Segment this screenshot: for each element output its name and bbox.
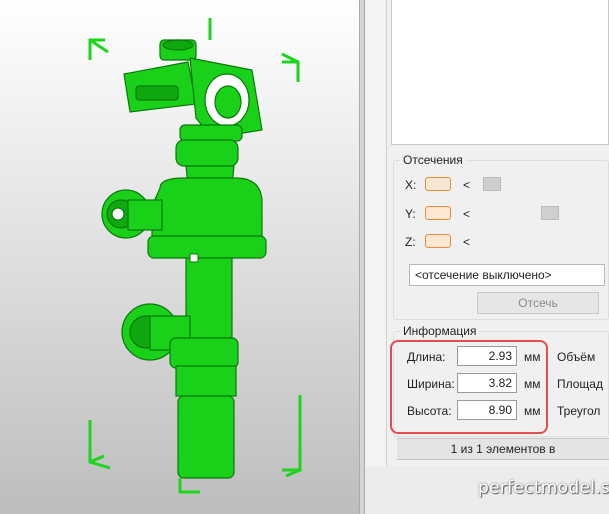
model-render xyxy=(88,18,302,494)
clip-button[interactable]: Отсечь xyxy=(477,292,599,314)
3d-viewport[interactable] xyxy=(0,0,359,514)
triangles-label: Треугол xyxy=(557,404,601,418)
axis-x-label: X: xyxy=(405,178,417,192)
info-title: Информация xyxy=(400,324,480,338)
axis-y-color[interactable] xyxy=(425,206,451,220)
axis-x-color[interactable] xyxy=(425,177,451,191)
watermark: perfectmodel.su xyxy=(478,478,609,498)
axis-x-thumb[interactable] xyxy=(483,177,501,191)
clip-mode-select[interactable]: <отсечение выключено> xyxy=(409,264,605,286)
preview-area xyxy=(391,0,609,145)
clipping-title: Отсечения xyxy=(400,153,466,167)
pivot-marker xyxy=(189,253,199,263)
status-bar: 1 из 1 элементов в xyxy=(397,438,609,460)
axis-x-slider[interactable] xyxy=(475,177,599,191)
axis-z-arrow[interactable]: < xyxy=(463,235,470,249)
axis-y-label: Y: xyxy=(405,207,416,221)
axis-z-slider[interactable] xyxy=(475,234,599,248)
axis-y-slider[interactable] xyxy=(475,206,599,220)
axis-z-label: Z: xyxy=(405,235,416,249)
viewport-scrollbar[interactable] xyxy=(365,0,387,514)
area-label: Площад xyxy=(557,377,603,391)
axis-x-arrow[interactable]: < xyxy=(463,178,470,192)
side-panel: Отсечения X: < Y: < Z: < <отсечение выкл… xyxy=(387,0,609,514)
volume-label: Объём xyxy=(557,350,596,364)
axis-y-arrow[interactable]: < xyxy=(463,207,470,221)
axis-z-color[interactable] xyxy=(425,234,451,248)
model-mesh xyxy=(101,39,267,479)
dimensions-highlight xyxy=(390,340,548,434)
axis-y-thumb[interactable] xyxy=(541,206,559,220)
